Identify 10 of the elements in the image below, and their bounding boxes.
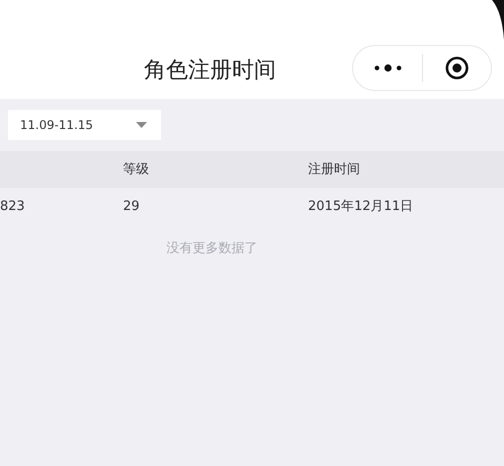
caret-icon [136,122,147,128]
table-cell: 823 [0,198,25,214]
screen-corner-drawing [492,0,504,40]
date-range-dropdown[interactable]: 11.09-11.15 [8,110,161,140]
no-more-data-text: 没有更多数据了 [166,241,258,256]
window-title: 角色注册时间 [143,57,277,85]
table-cell: 29 [123,198,140,214]
column-header: 注册时间 [308,162,360,177]
column-header: 等级 [123,162,149,177]
table-cell: 2015年12月11日 [308,198,414,214]
